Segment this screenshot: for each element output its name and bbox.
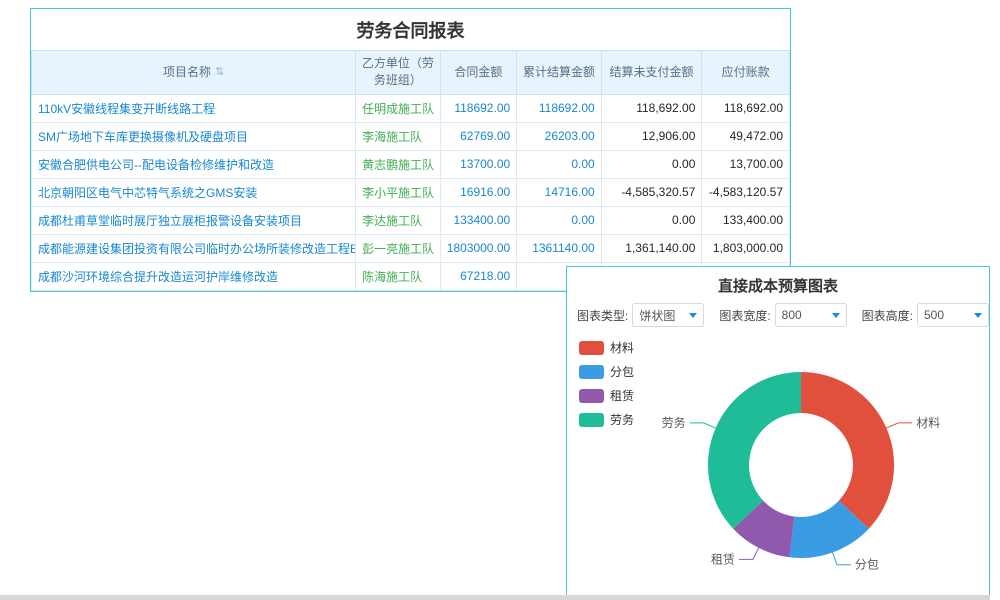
labor-contract-report-card: 劳务合同报表 项目名称 ⇅ 乙方单位（劳务班组） 合同金额 累计结算金额 结算未… bbox=[30, 8, 791, 292]
settled-amount-cell: 26203.00 bbox=[517, 122, 602, 150]
unpaid-amount-cell: 12,906.00 bbox=[601, 122, 702, 150]
chart-height-control: 图表高度: 500 bbox=[862, 303, 989, 327]
chart-width-select[interactable]: 800 bbox=[775, 303, 847, 327]
chart-type-label: 图表类型: bbox=[577, 307, 628, 324]
legend-label: 劳务 bbox=[610, 411, 634, 428]
payable-cell: 1,803,000.00 bbox=[702, 234, 790, 262]
unpaid-amount-cell: 1,361,140.00 bbox=[601, 234, 702, 262]
legend-swatch bbox=[579, 365, 604, 379]
settled-amount-cell: 0.00 bbox=[517, 150, 602, 178]
unpaid-amount-cell: -4,585,320.57 bbox=[601, 178, 702, 206]
legend-item-材料[interactable]: 材料 bbox=[579, 339, 634, 356]
donut-hole bbox=[749, 413, 853, 517]
project-cell[interactable]: 成都能源建设集团投资有限公司临时办公场所装修改造工程EPC bbox=[32, 234, 356, 262]
sort-icon[interactable]: ⇅ bbox=[215, 67, 224, 78]
column-header-team: 乙方单位（劳务班组） bbox=[356, 51, 441, 95]
payable-cell: 133,400.00 bbox=[702, 206, 790, 234]
table-row: 成都杜甫草堂临时展厅独立展柜报警设备安装项目李达施工队133400.000.00… bbox=[32, 206, 790, 234]
project-cell[interactable]: 北京朝阳区电气中芯特气系统之GMS安装 bbox=[32, 178, 356, 206]
settled-amount-cell: 0.00 bbox=[517, 206, 602, 234]
payable-cell: 118,692.00 bbox=[702, 94, 790, 122]
team-cell: 任明成施工队 bbox=[356, 94, 441, 122]
legend-item-分包[interactable]: 分包 bbox=[579, 363, 634, 380]
team-cell: 黄志鹏施工队 bbox=[356, 150, 441, 178]
settled-amount-cell: 1361140.00 bbox=[517, 234, 602, 262]
contract-amount-cell: 67218.00 bbox=[440, 262, 517, 290]
project-cell[interactable]: 成都杜甫草堂临时展厅独立展柜报警设备安装项目 bbox=[32, 206, 356, 234]
legend-swatch bbox=[579, 389, 604, 403]
payable-cell: -4,583,120.57 bbox=[702, 178, 790, 206]
label-line-分包 bbox=[832, 550, 851, 565]
table-row: 110kV安徽线程集变开断线路工程任明成施工队118692.00118692.0… bbox=[32, 94, 790, 122]
unpaid-amount-cell: 0.00 bbox=[601, 150, 702, 178]
slice-label-租赁: 租赁 bbox=[711, 552, 735, 566]
chart-width-value: 800 bbox=[782, 308, 802, 322]
chevron-down-icon bbox=[689, 313, 697, 318]
direct-cost-chart-panel: 直接成本预算图表 图表类型: 饼状图 图表宽度: 800 图表高度: 500 材… bbox=[566, 266, 990, 596]
chart-height-value: 500 bbox=[924, 308, 944, 322]
chart-height-select[interactable]: 500 bbox=[917, 303, 989, 327]
contract-amount-cell: 118692.00 bbox=[440, 94, 517, 122]
slice-label-材料: 材料 bbox=[916, 416, 940, 430]
unpaid-amount-cell: 118,692.00 bbox=[601, 94, 702, 122]
chart-type-control: 图表类型: 饼状图 bbox=[577, 303, 704, 327]
table-row: 安徽合肥供电公司--配电设备检修维护和改造黄志鹏施工队13700.000.000… bbox=[32, 150, 790, 178]
chevron-down-icon bbox=[832, 313, 840, 318]
project-cell[interactable]: SM广场地下车库更换摄像机及硬盘项目 bbox=[32, 122, 356, 150]
column-header-contract-amount: 合同金额 bbox=[440, 51, 517, 95]
contract-amount-cell: 16916.00 bbox=[440, 178, 517, 206]
pie-chart-area: 材料分包租赁劳务 材料分包租赁劳务 bbox=[567, 329, 989, 595]
slice-label-劳务: 劳务 bbox=[662, 415, 686, 430]
settled-amount-cell: 14716.00 bbox=[517, 178, 602, 206]
team-cell: 李小平施工队 bbox=[356, 178, 441, 206]
chart-height-label: 图表高度: bbox=[862, 307, 913, 324]
horizontal-scrollbar[interactable] bbox=[0, 595, 990, 600]
legend-swatch bbox=[579, 413, 604, 427]
label-line-材料 bbox=[884, 423, 913, 429]
contract-amount-cell: 13700.00 bbox=[440, 150, 517, 178]
legend-label: 分包 bbox=[610, 363, 634, 380]
report-table: 项目名称 ⇅ 乙方单位（劳务班组） 合同金额 累计结算金额 结算未支付金额 应付… bbox=[31, 50, 790, 291]
contract-amount-cell: 1803000.00 bbox=[440, 234, 517, 262]
project-cell[interactable]: 110kV安徽线程集变开断线路工程 bbox=[32, 94, 356, 122]
legend-swatch bbox=[579, 341, 604, 355]
column-header-payable: 应付账款 bbox=[702, 51, 790, 95]
chart-controls: 图表类型: 饼状图 图表宽度: 800 图表高度: 500 bbox=[567, 301, 989, 329]
chart-title: 直接成本预算图表 bbox=[567, 267, 989, 301]
chart-width-control: 图表宽度: 800 bbox=[719, 303, 846, 327]
legend-label: 材料 bbox=[610, 339, 634, 356]
table-row: SM广场地下车库更换摄像机及硬盘项目李海施工队62769.0026203.001… bbox=[32, 122, 790, 150]
column-header-project-label: 项目名称 bbox=[163, 64, 211, 81]
team-cell: 陈海施工队 bbox=[356, 262, 441, 290]
chart-width-label: 图表宽度: bbox=[719, 307, 770, 324]
settled-amount-cell: 118692.00 bbox=[517, 94, 602, 122]
chart-legend: 材料分包租赁劳务 bbox=[579, 339, 634, 428]
project-cell[interactable]: 成都沙河环境综合提升改造运河护岸维修改造 bbox=[32, 262, 356, 290]
column-header-project[interactable]: 项目名称 ⇅ bbox=[32, 51, 356, 95]
project-cell[interactable]: 安徽合肥供电公司--配电设备检修维护和改造 bbox=[32, 150, 356, 178]
legend-item-租赁[interactable]: 租赁 bbox=[579, 387, 634, 404]
label-line-租赁 bbox=[739, 545, 760, 559]
payable-cell: 49,472.00 bbox=[702, 122, 790, 150]
unpaid-amount-cell: 0.00 bbox=[601, 206, 702, 234]
team-cell: 李海施工队 bbox=[356, 122, 441, 150]
chevron-down-icon bbox=[974, 313, 982, 318]
column-header-settled-amount: 累计结算金额 bbox=[517, 51, 602, 95]
report-title: 劳务合同报表 bbox=[31, 9, 790, 50]
contract-amount-cell: 62769.00 bbox=[440, 122, 517, 150]
payable-cell: 13,700.00 bbox=[702, 150, 790, 178]
legend-label: 租赁 bbox=[610, 387, 634, 404]
table-header-row: 项目名称 ⇅ 乙方单位（劳务班组） 合同金额 累计结算金额 结算未支付金额 应付… bbox=[32, 51, 790, 95]
column-header-unpaid-amount: 结算未支付金额 bbox=[601, 51, 702, 95]
contract-amount-cell: 133400.00 bbox=[440, 206, 517, 234]
team-cell: 李达施工队 bbox=[356, 206, 441, 234]
team-cell: 彭一亮施工队 bbox=[356, 234, 441, 262]
table-row: 成都能源建设集团投资有限公司临时办公场所装修改造工程EPC彭一亮施工队18030… bbox=[32, 234, 790, 262]
label-line-劳务 bbox=[690, 423, 719, 429]
chart-type-select[interactable]: 饼状图 bbox=[632, 303, 704, 327]
legend-item-劳务[interactable]: 劳务 bbox=[579, 411, 634, 428]
slice-label-分包: 分包 bbox=[855, 558, 879, 572]
table-row: 北京朝阳区电气中芯特气系统之GMS安装李小平施工队16916.0014716.0… bbox=[32, 178, 790, 206]
chart-type-value: 饼状图 bbox=[639, 307, 675, 324]
